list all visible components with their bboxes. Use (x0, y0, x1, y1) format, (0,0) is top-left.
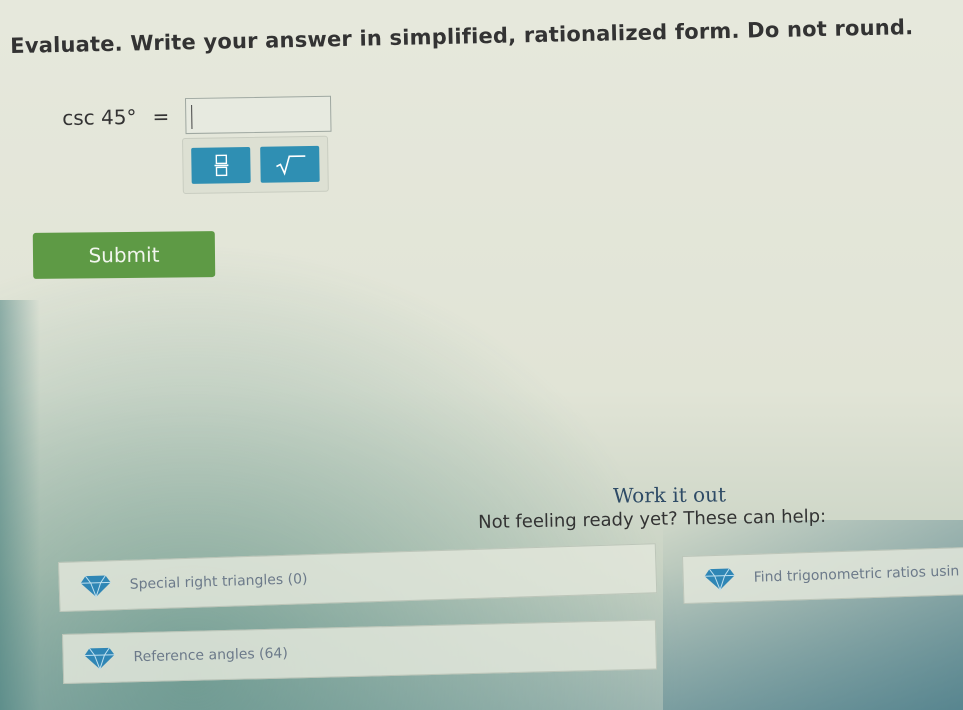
help-subtitle: Not feeling ready yet? These can help: (478, 505, 827, 533)
help-card-label: Reference angles (64) (133, 645, 289, 666)
square-root-button[interactable] (260, 145, 320, 183)
equals-sign: = (152, 104, 170, 129)
help-card-reference-angles[interactable]: Reference angles (64) (62, 619, 658, 684)
help-card-label: Find trigonometric ratios usin (753, 563, 960, 586)
question-prompt: Evaluate. Write your answer in simplifie… (10, 15, 914, 58)
gem-icon (84, 647, 115, 671)
text-caret (191, 104, 193, 129)
help-card-find-trig-ratios[interactable]: Find trigonometric ratios usin (682, 546, 963, 604)
help-card-special-right-triangles[interactable]: Special right triangles (0) (58, 543, 658, 612)
gem-icon (80, 575, 111, 599)
submit-button[interactable]: Submit (32, 231, 216, 279)
math-toolbar (182, 135, 329, 194)
answer-input[interactable] (184, 95, 332, 135)
fraction-button[interactable] (191, 146, 251, 184)
screen-edge-left (0, 300, 40, 710)
expression-text: csc 45° (62, 104, 137, 130)
square-root-icon (275, 155, 305, 176)
work-it-out-title: Work it out (612, 482, 727, 508)
fraction-icon (213, 154, 228, 177)
expression-row: csc 45° = (62, 95, 332, 136)
help-card-label: Special right triangles (0) (129, 571, 308, 593)
gem-icon (704, 568, 735, 592)
